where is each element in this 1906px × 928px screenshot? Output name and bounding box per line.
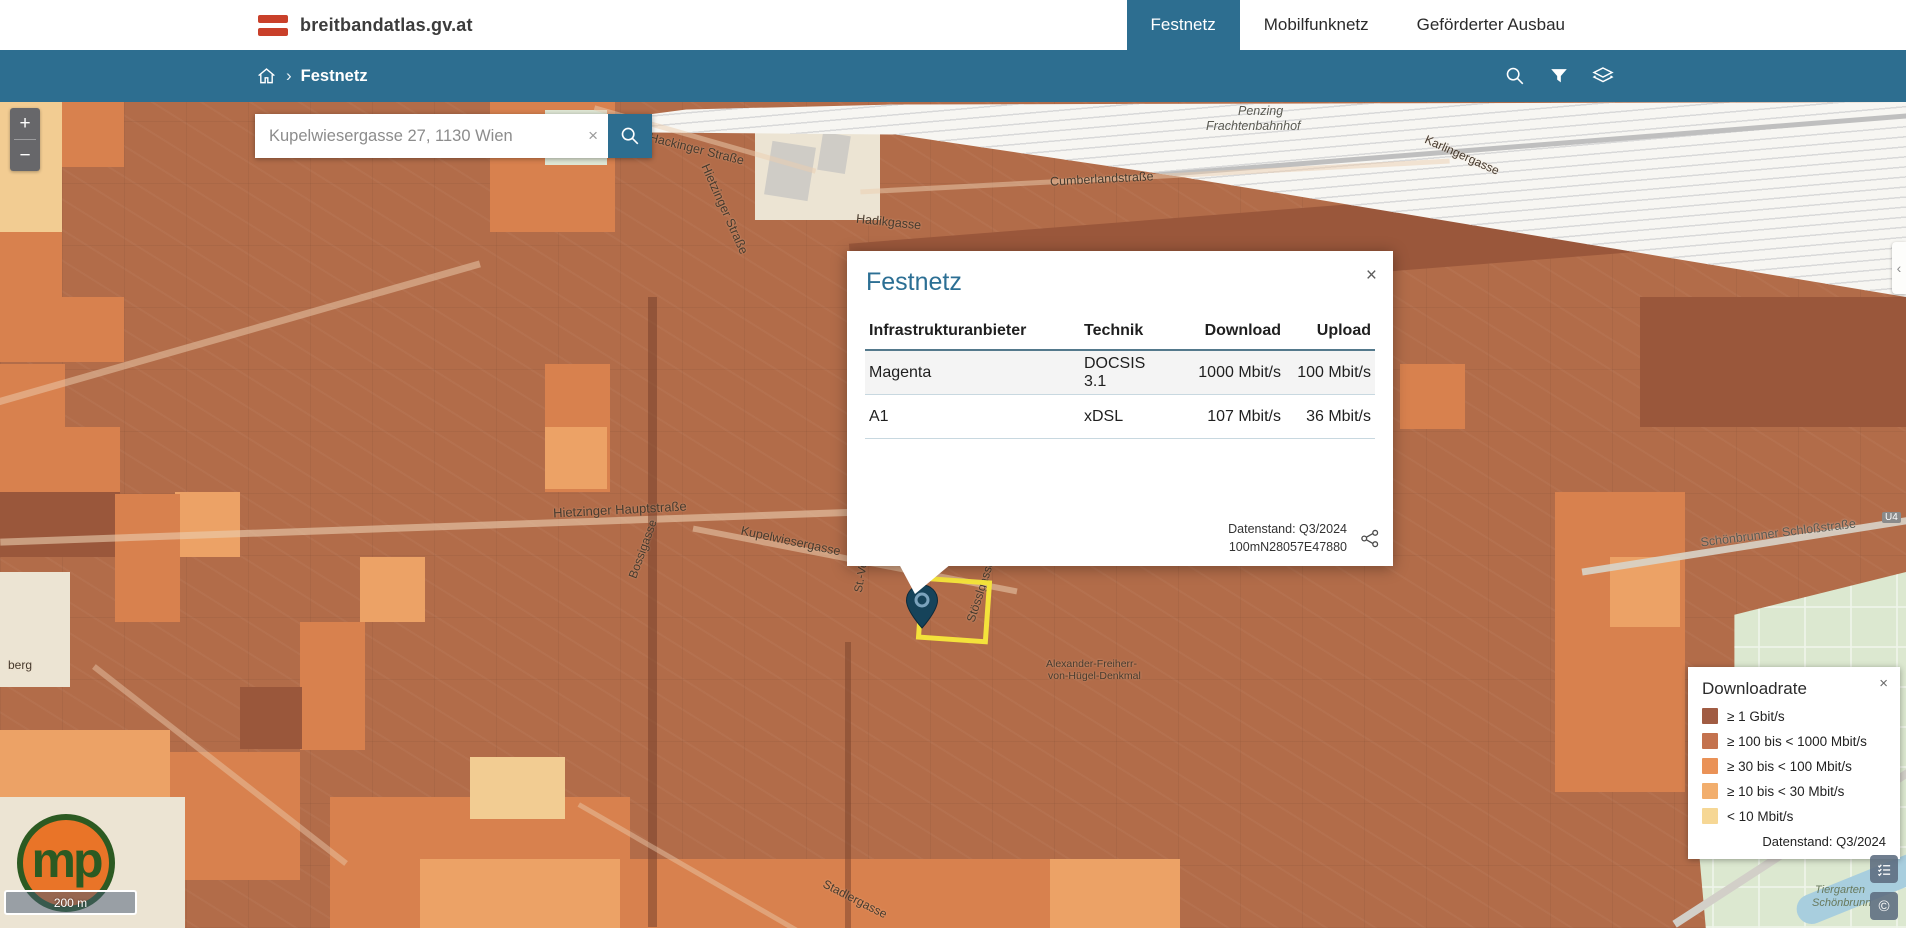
legend-toggle-button[interactable] bbox=[1870, 855, 1898, 883]
map-label: Frachtenbahnhof bbox=[1206, 119, 1301, 133]
provider-table: Infrastrukturanbieter Technik Download U… bbox=[865, 313, 1375, 439]
map-label: Tiergarten bbox=[1815, 884, 1865, 896]
tab-festnetz[interactable]: Festnetz bbox=[1127, 0, 1240, 50]
legend-panel: Downloadrate × ≥ 1 Gbit/s ≥ 100 bis < 10… bbox=[1688, 667, 1900, 859]
tab-mobilfunknetz[interactable]: Mobilfunknetz bbox=[1240, 0, 1393, 50]
map-label: U4 bbox=[1882, 512, 1901, 523]
legend-title: Downloadrate bbox=[1702, 679, 1886, 699]
table-row: A1 xDSL 107 Mbit/s 36 Mbit/s bbox=[865, 395, 1375, 439]
table-row: Magenta DOCSIS 3.1 1000 Mbit/s 100 Mbit/… bbox=[865, 351, 1375, 395]
brand-name: breitbandatlas.gv.at bbox=[300, 15, 473, 36]
basemap-logo-text: mp bbox=[32, 831, 101, 889]
main-nav: Festnetz Mobilfunknetz Geförderter Ausba… bbox=[1127, 0, 1589, 50]
layers-icon[interactable] bbox=[1590, 63, 1616, 89]
breadcrumb-bar: › Festnetz bbox=[0, 50, 1906, 102]
col-upload: Upload bbox=[1285, 322, 1375, 340]
zoom-out-button[interactable]: − bbox=[10, 140, 40, 171]
legend-swatch bbox=[1702, 708, 1718, 724]
austria-flag-icon bbox=[258, 15, 288, 36]
legend-item: ≥ 1 Gbit/s bbox=[1702, 708, 1886, 724]
map-label: berg bbox=[8, 658, 32, 672]
data-status-line: Datenstand: Q3/2024 bbox=[1228, 521, 1347, 539]
legend-item: ≥ 30 bis < 100 Mbit/s bbox=[1702, 758, 1886, 774]
legend-data-status: Datenstand: Q3/2024 bbox=[1702, 834, 1886, 849]
brand-logo-link[interactable]: breitbandatlas.gv.at bbox=[258, 0, 473, 50]
map-label: von-Hügel-Denkmal bbox=[1048, 670, 1141, 682]
popup-tail bbox=[899, 564, 951, 594]
app-header: breitbandatlas.gv.at Festnetz Mobilfunkn… bbox=[0, 0, 1906, 50]
popup-title: Festnetz bbox=[866, 268, 962, 297]
clear-search-icon[interactable]: × bbox=[588, 114, 598, 158]
breadcrumb-current: Festnetz bbox=[301, 67, 368, 86]
legend-item: ≥ 100 bis < 1000 Mbit/s bbox=[1702, 733, 1886, 749]
copyright-attribution-button[interactable]: © bbox=[1870, 892, 1898, 920]
map-canvas[interactable]: Hackinger StraßeHietzinger StraßeHadikga… bbox=[0, 102, 1906, 928]
legend-swatch bbox=[1702, 733, 1718, 749]
breadcrumb-separator: › bbox=[286, 66, 292, 86]
map-label: Alexander-Freiherr- bbox=[1046, 658, 1137, 670]
legend-swatch bbox=[1702, 808, 1718, 824]
festnetz-popup: Festnetz × Infrastrukturanbieter Technik… bbox=[847, 251, 1393, 566]
search-submit-button[interactable] bbox=[608, 114, 652, 158]
toolbar-icons bbox=[1502, 50, 1616, 102]
popup-data-status: Datenstand: Q3/2024 100mN28057E47880 bbox=[1228, 521, 1347, 556]
legend-close-icon[interactable]: × bbox=[1879, 675, 1888, 692]
col-download: Download bbox=[1175, 322, 1285, 340]
map-label: Penzing bbox=[1238, 104, 1283, 118]
raster-cell-id: 100mN28057E47880 bbox=[1228, 539, 1347, 557]
scale-bar: 200 m bbox=[4, 890, 137, 915]
map-label: Schönbrunn bbox=[1812, 897, 1871, 909]
zoom-in-button[interactable]: + bbox=[10, 108, 40, 139]
share-icon[interactable] bbox=[1359, 528, 1380, 554]
legend-swatch bbox=[1702, 758, 1718, 774]
scale-label: 200 m bbox=[54, 896, 87, 910]
search-icon[interactable] bbox=[1502, 63, 1528, 89]
table-header-row: Infrastrukturanbieter Technik Download U… bbox=[865, 313, 1375, 351]
address-search-bar: × bbox=[255, 114, 652, 158]
popup-close-icon[interactable]: × bbox=[1366, 265, 1377, 287]
legend-swatch bbox=[1702, 783, 1718, 799]
col-technik: Technik bbox=[1080, 322, 1175, 340]
breadcrumb: › Festnetz bbox=[256, 50, 368, 102]
col-infrastrukturanbieter: Infrastrukturanbieter bbox=[865, 322, 1080, 340]
panel-collapse-tab[interactable]: ‹ bbox=[1892, 242, 1906, 294]
search-input[interactable] bbox=[255, 114, 608, 158]
legend-item: ≥ 10 bis < 30 Mbit/s bbox=[1702, 783, 1886, 799]
tab-gefoerderter-ausbau[interactable]: Geförderter Ausbau bbox=[1393, 0, 1589, 50]
legend-item: < 10 Mbit/s bbox=[1702, 808, 1886, 824]
home-icon[interactable] bbox=[256, 66, 277, 87]
filter-icon[interactable] bbox=[1546, 63, 1572, 89]
zoom-control: + − bbox=[10, 108, 40, 171]
